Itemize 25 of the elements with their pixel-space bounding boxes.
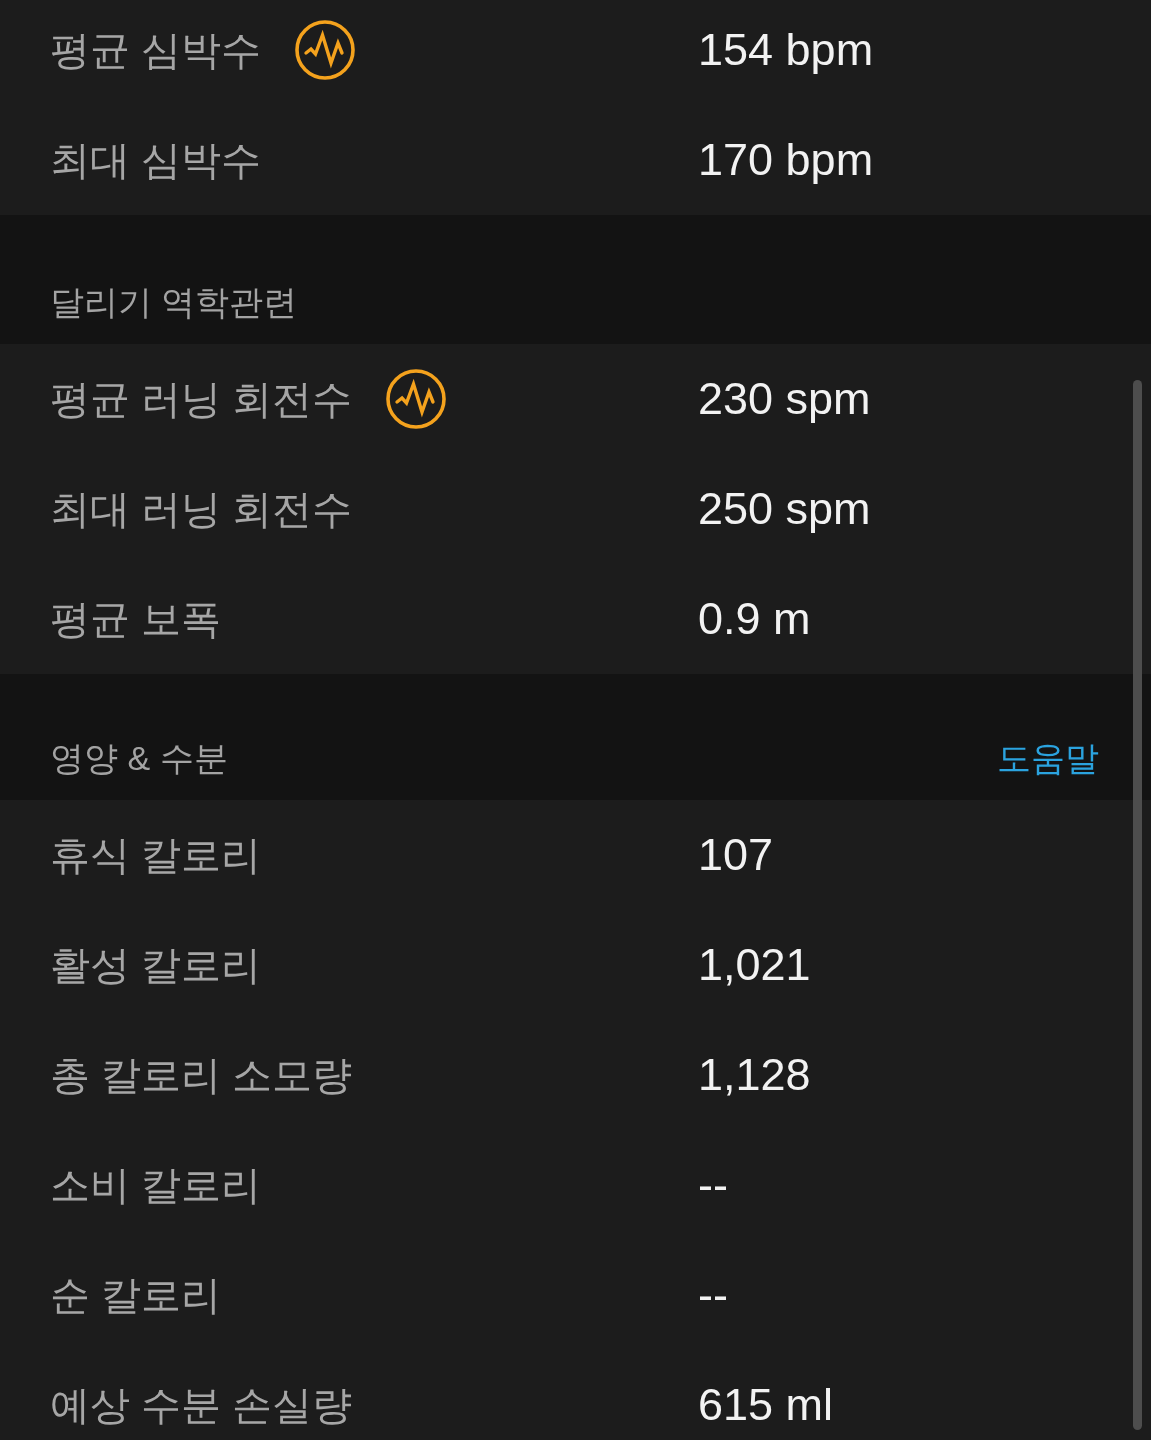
- section-header: 영양 & 수분: [50, 737, 228, 779]
- stat-value: --: [698, 1268, 728, 1321]
- stat-label: 순 칼로리: [50, 1271, 222, 1319]
- stat-value: 1,021: [698, 938, 811, 991]
- stat-value: --: [698, 1158, 728, 1211]
- stat-value: 250 spm: [698, 483, 871, 535]
- stat-label: 활성 칼로리: [50, 941, 262, 989]
- stat-value: 170 bpm: [698, 134, 874, 186]
- section-header: 달리기 역학관련: [50, 282, 298, 323]
- stat-label: 평균 보폭: [50, 596, 222, 643]
- stat-label: 소비 칼로리: [50, 1161, 262, 1209]
- stat-value: 0.9 m: [698, 593, 811, 645]
- stat-label: 휴식 칼로리: [50, 831, 262, 879]
- stat-value: 615 ml: [698, 1378, 834, 1431]
- stat-label: 평균 심박수: [50, 27, 262, 74]
- stat-value: 107: [698, 828, 774, 881]
- stat-label: 총 칼로리 소모량: [50, 1051, 353, 1099]
- help-link[interactable]: 도움말: [997, 735, 1099, 780]
- stat-label: 최대 심박수: [50, 137, 262, 184]
- stat-label: 예상 수분 손실량: [50, 1381, 353, 1429]
- stat-value: 230 spm: [698, 373, 871, 425]
- stat-label: 평균 러닝 회전수: [50, 376, 353, 423]
- stat-label: 최대 러닝 회전수: [50, 486, 353, 533]
- stat-value: 1,128: [698, 1048, 811, 1101]
- stat-value: 154 bpm: [698, 24, 874, 76]
